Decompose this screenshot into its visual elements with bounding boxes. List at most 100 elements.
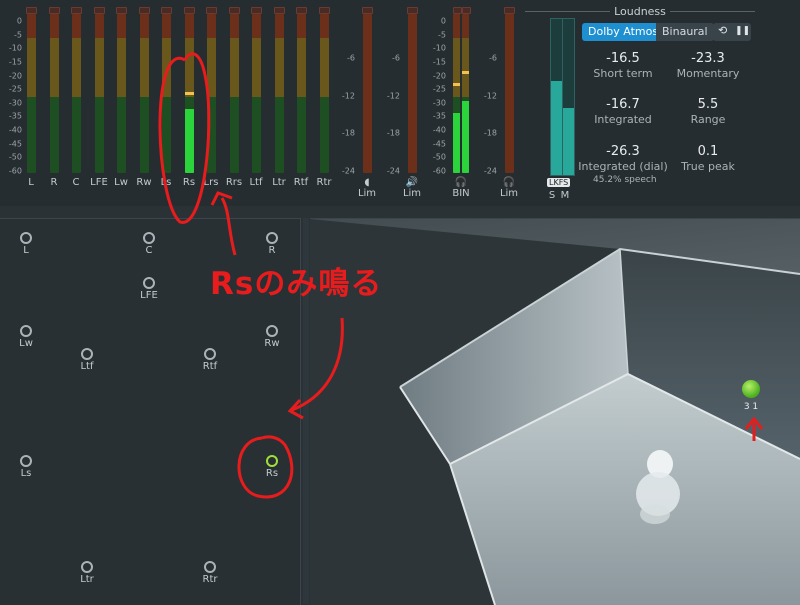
- speaker-dot-icon: [266, 325, 278, 337]
- dolby-atmos-button[interactable]: Dolby Atmos: [582, 23, 665, 41]
- channel-peak-cap: [229, 7, 240, 14]
- speaker-ltr[interactable]: Ltr: [67, 561, 107, 585]
- speaker-label: L: [23, 245, 29, 256]
- speaker-rtr[interactable]: Rtr: [190, 561, 230, 585]
- loudness-transport: ⟲ ❚❚: [713, 23, 751, 41]
- binaural-peak-cap-right: [462, 7, 471, 14]
- speaker-small-icon: ◖: [364, 177, 370, 188]
- speaker-lfe[interactable]: LFE: [129, 277, 169, 301]
- speaker-dot-icon: [204, 348, 216, 360]
- speaker-lw[interactable]: Lw: [6, 325, 46, 349]
- channel-meter-rtr: [320, 14, 329, 173]
- channel-peak-cap: [319, 7, 330, 14]
- speaker-label: Rs: [265, 468, 279, 479]
- channel-peak-cap: [251, 7, 262, 14]
- speaker-dot-icon: [143, 277, 155, 289]
- channel-meter-r: [50, 14, 59, 173]
- meter-strip: 0 -5 -10 -15 -20 -25 -30 -35 -40 -45 -50 -60 L R C LFE…: [0, 0, 800, 206]
- reset-icon[interactable]: ⟲: [718, 24, 727, 37]
- channel-meter-lw: [117, 14, 126, 173]
- speaker-l[interactable]: L: [6, 232, 46, 256]
- room-3d-render: 3 1: [310, 219, 800, 605]
- limiter-peak-cap-3: [504, 7, 515, 14]
- db-tick-label: -60: [432, 166, 446, 176]
- db-tick-label: -60: [8, 166, 22, 176]
- db-tick-label: -50: [432, 152, 446, 162]
- db-tick-label: -18: [341, 128, 355, 138]
- db-tick-label: -6: [489, 53, 497, 63]
- speaker-dot-icon: [143, 232, 155, 244]
- db-tick-label: -50: [8, 152, 22, 162]
- db-scale-lim-2: -6 -12 -18 -24: [378, 14, 400, 184]
- channel-meter-lfe: [95, 14, 104, 173]
- db-tick-label: -45: [432, 139, 446, 149]
- channel-meter-rtf: [297, 14, 306, 173]
- pause-icon[interactable]: ❚❚: [735, 26, 750, 36]
- db-tick-label: -15: [8, 57, 22, 67]
- speaker-dot-icon: [20, 325, 32, 337]
- sound-object-ball[interactable]: [742, 380, 760, 398]
- db-tick-label: -15: [432, 57, 446, 67]
- limiter-peak-cap-1: [362, 7, 373, 14]
- db-tick-label: -12: [483, 91, 497, 100]
- binaural-peak-cap-left: [453, 7, 462, 14]
- loudness-title: Loudness: [525, 5, 755, 18]
- db-tick-label: 0: [440, 16, 446, 26]
- db-tick-label: -6: [392, 53, 400, 63]
- speaker-label: Rtr: [202, 574, 218, 585]
- channel-peak-cap: [184, 7, 195, 14]
- speaker-dot-icon: [266, 232, 278, 244]
- speaker-rtf[interactable]: Rtf: [190, 348, 230, 372]
- limiter-meter-2: [408, 14, 417, 173]
- speaker-dot-icon: [81, 561, 93, 573]
- binaural-label: 🎧 BIN: [452, 177, 470, 199]
- speaker-rs[interactable]: Rs: [252, 455, 292, 479]
- speaker-label: C: [145, 245, 153, 256]
- channel-meter-rs: [185, 14, 194, 173]
- speaker-c[interactable]: C: [129, 232, 169, 256]
- channel-peak-cap: [71, 7, 82, 14]
- channel-meter-ltr: [275, 14, 284, 173]
- db-tick-label: -18: [483, 128, 497, 138]
- headphones-icon: 🎧: [454, 177, 468, 188]
- limiter-meter-3: [505, 14, 514, 173]
- loudness-panel: Loudness Dolby Atmos Binaural ⟲ ❚❚ -16.5…: [525, 0, 800, 206]
- channel-peak-cap: [26, 7, 37, 14]
- speaker-rw[interactable]: Rw: [252, 325, 292, 349]
- channel-meter-ls: [162, 14, 171, 173]
- true-peak-label: True peak: [681, 160, 735, 173]
- db-scale-lim-3: -6 -12 -18 -24: [475, 14, 497, 184]
- speaker-ls[interactable]: Ls: [6, 455, 46, 479]
- speaker-dot-icon: [204, 561, 216, 573]
- speaker-dot-icon: [81, 348, 93, 360]
- channel-peak-cap: [139, 7, 150, 14]
- binaural-peak-hold: [453, 83, 460, 86]
- db-tick-label: -5: [14, 30, 22, 40]
- db-tick-label: -5: [438, 30, 446, 40]
- db-scale-bin: 0 -5 -10 -15 -20 -25 -30 -35 -40 -45 -50 -60: [424, 14, 446, 184]
- db-tick-label: -40: [432, 125, 446, 135]
- channel-peak-cap: [274, 7, 285, 14]
- db-tick-label: -10: [8, 43, 22, 53]
- annotation-text: Rsのみ鳴る: [210, 266, 383, 302]
- speaker-label: Ltr: [80, 574, 94, 585]
- binaural-button[interactable]: Binaural: [656, 23, 714, 41]
- db-tick-label: -25: [432, 84, 446, 94]
- channel-meter-l: [27, 14, 36, 173]
- speech-percentage: 45.2% speech: [593, 175, 657, 185]
- db-tick-label: -20: [8, 71, 22, 81]
- limiter-label-3: 🎧 Lim: [499, 177, 519, 199]
- speaker-label: R: [268, 245, 276, 256]
- range-value: 5.5: [697, 97, 719, 112]
- speaker-label: Ls: [20, 468, 32, 479]
- speaker-ltf[interactable]: Ltf: [67, 348, 107, 372]
- db-tick-label: -35: [432, 111, 446, 121]
- room-3d-view[interactable]: 3 1: [310, 218, 800, 605]
- db-tick-label: -12: [341, 91, 355, 100]
- speaker-r[interactable]: R: [252, 232, 292, 256]
- channel-peak-cap: [116, 7, 127, 14]
- db-tick-label: -10: [432, 43, 446, 53]
- db-tick-label: 0: [16, 16, 22, 26]
- channel-peak-cap: [206, 7, 217, 14]
- true-peak-value: 0.1: [697, 144, 719, 159]
